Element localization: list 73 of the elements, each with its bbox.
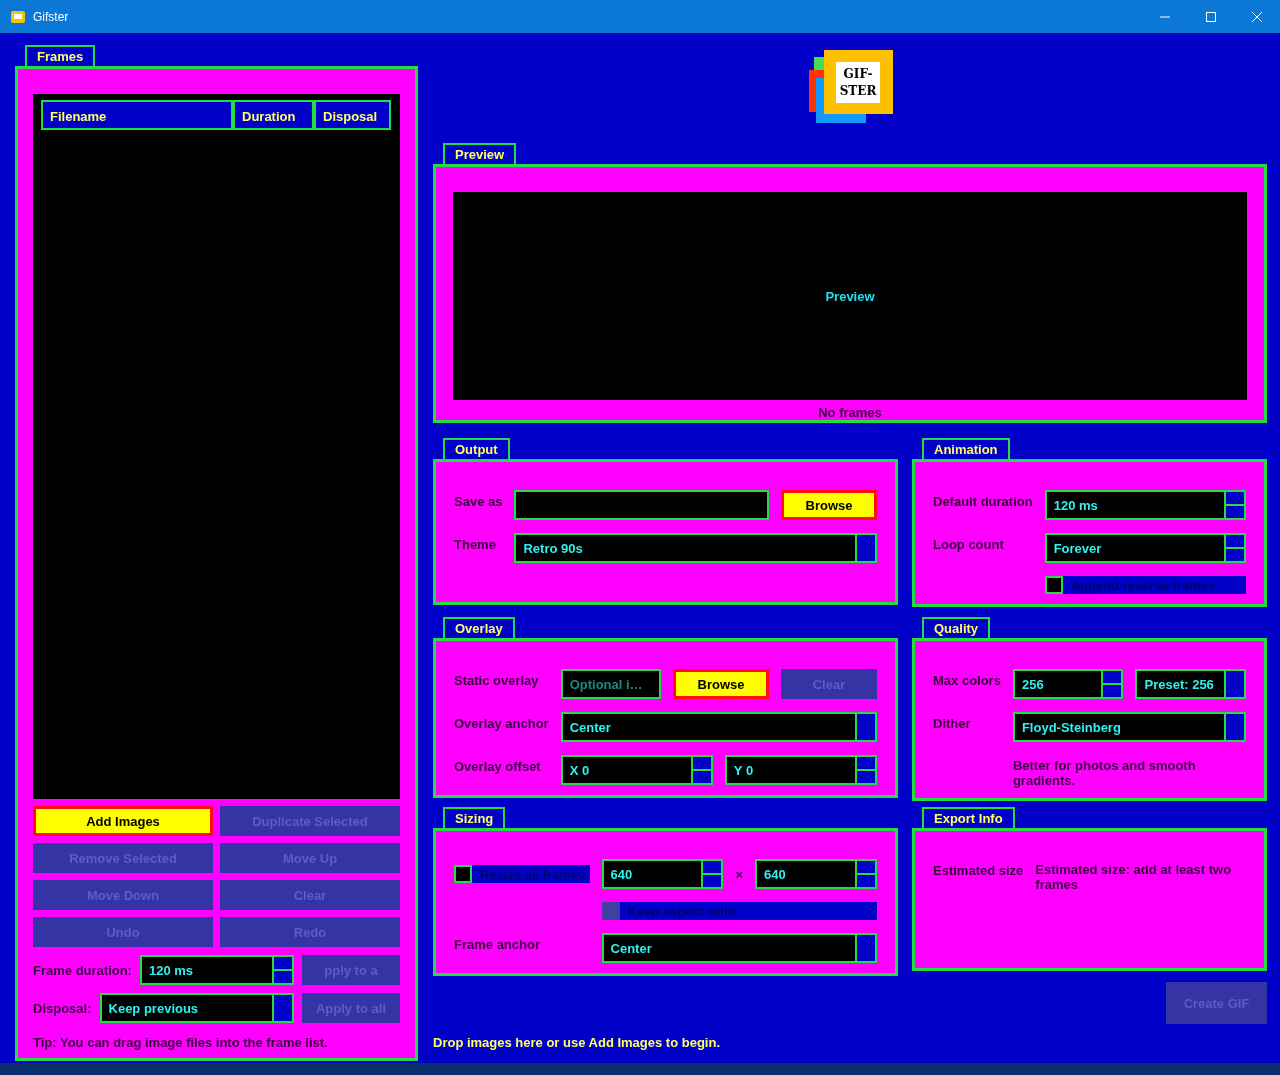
- text-field[interactable]: Optional i…: [560, 669, 661, 699]
- text-field[interactable]: [514, 490, 769, 520]
- group-title: Quality: [922, 617, 991, 638]
- spin-box[interactable]: 120 ms: [1044, 490, 1246, 520]
- maximize-icon[interactable]: [1205, 10, 1217, 23]
- tip-text: Tip: You can drag image files into the frame list.: [33, 1035, 329, 1050]
- spin-down-button[interactable]: [703, 873, 722, 887]
- times-sign: ×: [735, 866, 744, 882]
- field-label: Default duration: [933, 493, 1033, 509]
- field-label: Static overlay: [454, 672, 540, 688]
- spin-down-button[interactable]: [1103, 683, 1122, 697]
- spin-box[interactable]: 120 ms: [139, 955, 294, 985]
- group-title: Output: [443, 438, 510, 459]
- dropdown-button[interactable]: [1224, 714, 1244, 740]
- dropdown-button[interactable]: [855, 535, 875, 561]
- spin-box[interactable]: Forever: [1044, 533, 1246, 563]
- window-title: Gifster: [33, 9, 70, 24]
- spin-box[interactable]: X 0: [560, 755, 713, 785]
- dropdown[interactable]: Preset: 256: [1135, 669, 1246, 699]
- info-text: Better for photos and smooth gradients.: [1012, 757, 1197, 788]
- spin-box[interactable]: 640: [601, 859, 724, 889]
- group-title: Animation: [922, 438, 1010, 459]
- app-icon: [11, 10, 25, 23]
- status-text: Drop images here or use Add Images to begin.: [433, 1035, 722, 1050]
- dropdown[interactable]: Center: [560, 712, 877, 742]
- spin-down-button[interactable]: [1226, 547, 1244, 561]
- field-label: Save as: [454, 493, 503, 509]
- group-title: Frames: [25, 45, 96, 66]
- button[interactable]: Browse: [781, 490, 877, 520]
- dropdown-button[interactable]: [1224, 671, 1244, 697]
- frame-list[interactable]: Filename Duration Disposal: [33, 94, 400, 799]
- button[interactable]: Add Images: [33, 806, 213, 836]
- field-label: Overlay anchor: [454, 715, 549, 731]
- spin-down-button[interactable]: [274, 969, 292, 983]
- column-header[interactable]: Filename: [41, 100, 233, 130]
- column-header[interactable]: Duration: [233, 100, 314, 130]
- logo-text: GIF- STER: [836, 62, 880, 103]
- field-label: Overlay offset: [454, 758, 542, 774]
- spin-up-button[interactable]: [692, 757, 711, 769]
- dropdown-button[interactable]: [855, 935, 875, 961]
- dropdown-button[interactable]: [272, 995, 292, 1021]
- info-text: Estimated size: add at least two frames: [1035, 861, 1233, 892]
- spin-box[interactable]: Y 0: [724, 755, 877, 785]
- dropdown[interactable]: Floyd-Steinberg: [1012, 712, 1246, 742]
- spin-down-button[interactable]: [692, 769, 711, 783]
- dropdown[interactable]: Keep previous: [99, 993, 294, 1023]
- field-label: Max colors: [933, 672, 1001, 688]
- field-label: Frame duration:: [33, 962, 132, 978]
- spin-box[interactable]: 640: [755, 859, 877, 889]
- dropdown[interactable]: Retro 90s: [514, 533, 877, 563]
- button[interactable]: Browse: [673, 669, 769, 699]
- spin-up-button[interactable]: [703, 861, 722, 873]
- spin-up-button[interactable]: [1103, 671, 1122, 683]
- field-label: Theme: [454, 536, 497, 552]
- field-label: Dither: [933, 715, 972, 731]
- dropdown-button[interactable]: [855, 714, 875, 740]
- group-title: Sizing: [443, 807, 506, 828]
- group-title: Preview: [443, 143, 517, 164]
- field-label: Loop count: [933, 536, 1005, 552]
- group-title: Overlay: [443, 617, 515, 638]
- dropdown[interactable]: Center: [601, 933, 877, 963]
- group-title: Export Info: [922, 807, 1015, 828]
- spin-down-button[interactable]: [857, 873, 875, 887]
- spin-down-button[interactable]: [1226, 504, 1244, 518]
- spin-down-button[interactable]: [857, 769, 875, 783]
- field-label: Disposal:: [33, 1000, 92, 1016]
- close-icon[interactable]: [1251, 10, 1263, 23]
- preview-status: No frames: [818, 405, 882, 420]
- field-label: Estimated size: [933, 862, 1024, 878]
- column-header[interactable]: Disposal: [314, 100, 391, 130]
- spin-box[interactable]: 256: [1012, 669, 1124, 699]
- preview-label: Preview: [825, 288, 875, 304]
- field-label: Frame anchor: [454, 936, 541, 952]
